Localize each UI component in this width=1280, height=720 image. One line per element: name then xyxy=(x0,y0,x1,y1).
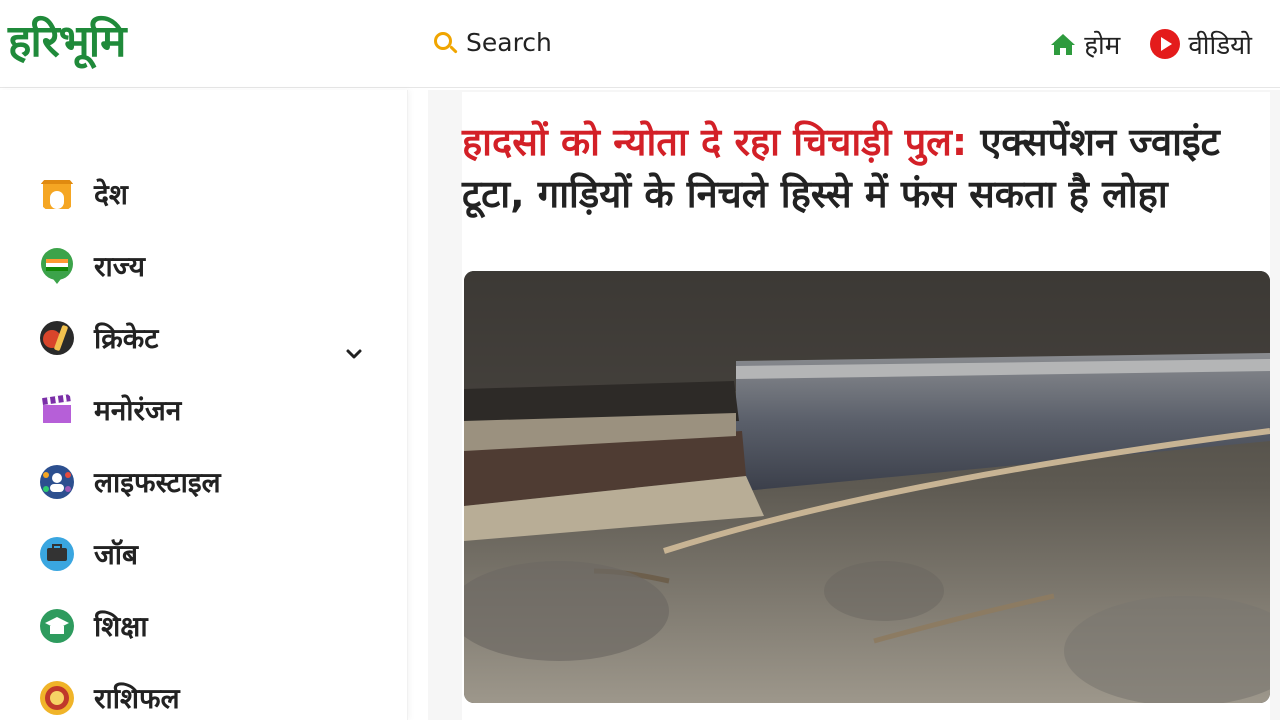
sidebar-item-label: देश xyxy=(94,178,128,211)
sidebar-item-label: जॉब xyxy=(94,538,139,571)
chevron-down-icon[interactable] xyxy=(345,345,363,363)
sidebar-item-label: राशिफल xyxy=(94,682,180,715)
nav-video-link[interactable]: वीडियो xyxy=(1150,26,1252,62)
sidebar-item-rashifal[interactable]: राशिफल xyxy=(38,678,180,718)
nav-home-link[interactable]: होम xyxy=(1050,26,1120,62)
sidebar-item-manoranjan[interactable]: मनोरंजन xyxy=(38,390,181,430)
sidebar-item-rajya[interactable]: राज्य xyxy=(38,246,145,286)
sidebar-item-label: क्रिकेट xyxy=(94,322,159,355)
india-map-icon xyxy=(41,248,73,284)
site-logo[interactable]: हरिभूमि xyxy=(8,14,126,70)
cricket-icon xyxy=(40,321,74,355)
sidebar-item-job[interactable]: जॉब xyxy=(38,534,138,574)
home-icon xyxy=(1051,34,1076,55)
site-header: हरिभूमि Search होम वीडियो xyxy=(0,0,1280,88)
lifestyle-icon xyxy=(40,465,74,499)
headline-highlight: हादसों को न्योता दे रहा चिचाड़ी पुल: xyxy=(462,120,968,164)
sidebar-item-shiksha[interactable]: शिक्षा xyxy=(38,606,148,646)
clapperboard-icon xyxy=(42,394,71,423)
top-nav: होम वीडियो xyxy=(1050,26,1252,62)
sidebar-item-label: मनोरंजन xyxy=(94,394,182,427)
search-icon xyxy=(432,30,458,56)
nav-home-label: होम xyxy=(1084,31,1121,61)
india-gate-icon xyxy=(41,180,73,209)
sidebar-item-label: राज्य xyxy=(94,250,145,283)
main-content: हादसों को न्योता दे रहा चिचाड़ी पुल: एक्… xyxy=(428,90,1280,720)
video-play-icon xyxy=(1150,29,1181,59)
sidebar-item-cricket[interactable]: क्रिकेट xyxy=(38,318,158,358)
article-card: हादसों को न्योता दे रहा चिचाड़ी पुल: एक्… xyxy=(462,92,1270,720)
nav-video-label: वीडियो xyxy=(1188,31,1252,61)
article-headline[interactable]: हादसों को न्योता दे रहा चिचाड़ी पुल: एक्… xyxy=(462,116,1270,220)
sidebar-item-desh[interactable]: देश xyxy=(38,174,128,214)
article-photo[interactable] xyxy=(464,271,1270,703)
job-icon xyxy=(40,537,74,571)
education-icon xyxy=(40,609,74,643)
category-sidebar: देश राज्य क्रिकेट मनोरंजन लाइफस्टाइल जॉब… xyxy=(0,90,408,720)
sidebar-item-lifestyle[interactable]: लाइफस्टाइल xyxy=(38,462,221,502)
sidebar-item-label: लाइफस्टाइल xyxy=(94,466,221,499)
search-label: Search xyxy=(466,28,552,57)
search-button[interactable]: Search xyxy=(432,28,552,57)
sidebar-item-label: शिक्षा xyxy=(94,610,148,643)
om-icon xyxy=(40,681,74,715)
